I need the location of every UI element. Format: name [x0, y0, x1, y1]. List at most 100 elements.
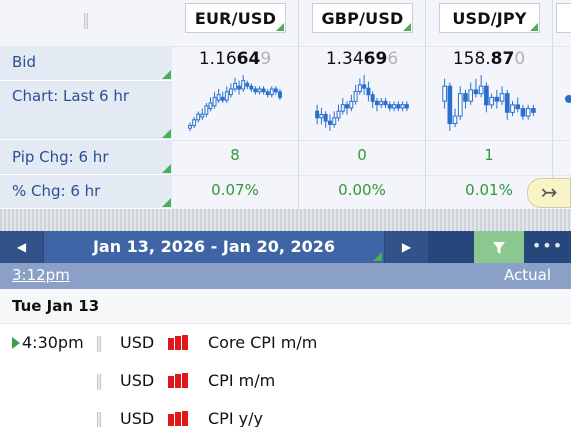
chevron-left-icon[interactable]: ◀ [0, 231, 44, 263]
candle-body [362, 84, 367, 89]
candle [208, 97, 213, 112]
date-navigation-bar: ◀ Jan 13, 2026 - Jan 20, 2026 ▶ ••• [0, 231, 571, 263]
candle-body [478, 85, 484, 95]
candle-body [192, 119, 197, 126]
candle-body [400, 104, 405, 109]
event-row[interactable]: 4:30pm ‖ USD Core CPI m/m [0, 324, 571, 362]
bid-prefix: 1.16 [198, 49, 237, 69]
rates-panel: ‖ Bid Chart: Last 6 hr Pip Chg: 6 hr % C… [0, 0, 571, 209]
candle [396, 101, 401, 112]
percent-change-label[interactable]: % Chg: 6 hr [0, 175, 172, 209]
next-pair-button[interactable] [556, 3, 571, 33]
candle-body [504, 93, 510, 113]
percent-change-value: 0.00% [338, 181, 386, 199]
candle [400, 101, 405, 112]
rates-label-column: ‖ Bid Chart: Last 6 hr Pip Chg: 6 hr % C… [0, 0, 172, 209]
candle [353, 84, 358, 105]
event-row[interactable]: ‖ USD CPI m/m [0, 362, 571, 400]
candle-body [315, 110, 320, 119]
chevron-right-icon[interactable]: ▶ [384, 231, 428, 263]
candle-body [468, 89, 474, 102]
candle-body [494, 96, 500, 102]
candle-body [510, 104, 515, 113]
event-title[interactable]: Core CPI m/m [208, 333, 317, 352]
bid-label[interactable]: Bid [0, 46, 172, 81]
sparkline-chart-gbpusd[interactable] [312, 72, 412, 134]
sparkline-chart-usdjpy[interactable] [439, 72, 539, 134]
bid-big-figure: 69 [363, 49, 388, 69]
candle [269, 86, 274, 98]
candle [494, 89, 500, 109]
candle-body [269, 88, 274, 96]
candle [241, 75, 246, 92]
candle-body [220, 96, 225, 101]
pair-column-usdjpy: USD/JPY 158.870 1 0.01% [426, 0, 553, 209]
pip-change-label[interactable]: Pip Chg: 6 hr [0, 140, 172, 175]
pair-button-usdjpy[interactable]: USD/JPY [439, 3, 540, 33]
candle-body [452, 115, 458, 125]
chart-label[interactable]: Chart: Last 6 hr [0, 81, 172, 140]
candle-body [515, 104, 521, 110]
candle [504, 89, 510, 120]
current-time-link[interactable]: 3:12pm [12, 266, 70, 284]
candle [452, 108, 458, 128]
candle-body [442, 85, 447, 102]
candle-body [473, 89, 479, 95]
candle [224, 86, 229, 103]
high-impact-icon [168, 335, 189, 350]
partial-sparkline [565, 95, 571, 103]
sound-icon[interactable]: ‖ [95, 333, 103, 352]
candle [515, 97, 521, 113]
sound-icon[interactable]: ‖ [95, 371, 103, 390]
swap-arrow-icon[interactable]: ↣ [527, 178, 571, 208]
pip-change-value: 8 [230, 146, 240, 164]
more-icon[interactable]: ••• [524, 231, 571, 263]
candle [510, 101, 515, 117]
candle-body [345, 104, 350, 109]
candle-body [261, 88, 266, 93]
candle-body [278, 91, 282, 98]
candle [315, 104, 320, 125]
candle [200, 108, 205, 120]
candle-body [383, 100, 388, 106]
bid-prefix: 1.34 [325, 49, 364, 69]
candle-body [265, 91, 270, 96]
pair-button-gbpusd[interactable]: GBP/USD [312, 3, 413, 33]
candle [362, 75, 367, 95]
pip-change-value: 0 [357, 146, 367, 164]
candle-body [396, 104, 401, 109]
candle-body [349, 100, 354, 109]
candle-body [253, 88, 258, 93]
candle-body [366, 87, 371, 96]
candle [349, 94, 354, 112]
candle [357, 78, 362, 95]
bid-value: 1.16649 [172, 49, 298, 69]
candle [447, 82, 453, 131]
candle-body [323, 114, 328, 122]
pair-column-eurusd: EUR/USD 1.16649 8 0.07% [172, 0, 299, 209]
event-title[interactable]: CPI y/y [208, 409, 263, 427]
candle [336, 104, 341, 122]
candle [374, 98, 379, 112]
candle [257, 86, 262, 95]
sound-icon[interactable]: ‖ [82, 10, 90, 29]
date-range-selector[interactable]: Jan 13, 2026 - Jan 20, 2026 [44, 231, 384, 263]
candle-body [245, 82, 250, 87]
candle [489, 93, 494, 109]
candle [383, 98, 388, 108]
pair-button-eurusd[interactable]: EUR/USD [185, 3, 286, 33]
candle [499, 86, 505, 105]
sparkline-chart-eurusd[interactable] [185, 72, 285, 134]
app-root: ‖ Bid Chart: Last 6 hr Pip Chg: 6 hr % C… [0, 0, 571, 427]
candle [404, 101, 409, 112]
candle-body [447, 85, 453, 125]
candle-body [374, 100, 379, 106]
event-title[interactable]: CPI m/m [208, 371, 275, 390]
event-row[interactable]: ‖ USD CPI y/y [0, 400, 571, 427]
candle [261, 86, 266, 95]
event-currency: USD [120, 409, 155, 427]
resize-divider[interactable] [0, 209, 571, 231]
sound-icon[interactable]: ‖ [95, 409, 103, 427]
filter-icon[interactable] [474, 231, 524, 263]
day-header: Tue Jan 13 [0, 289, 571, 324]
